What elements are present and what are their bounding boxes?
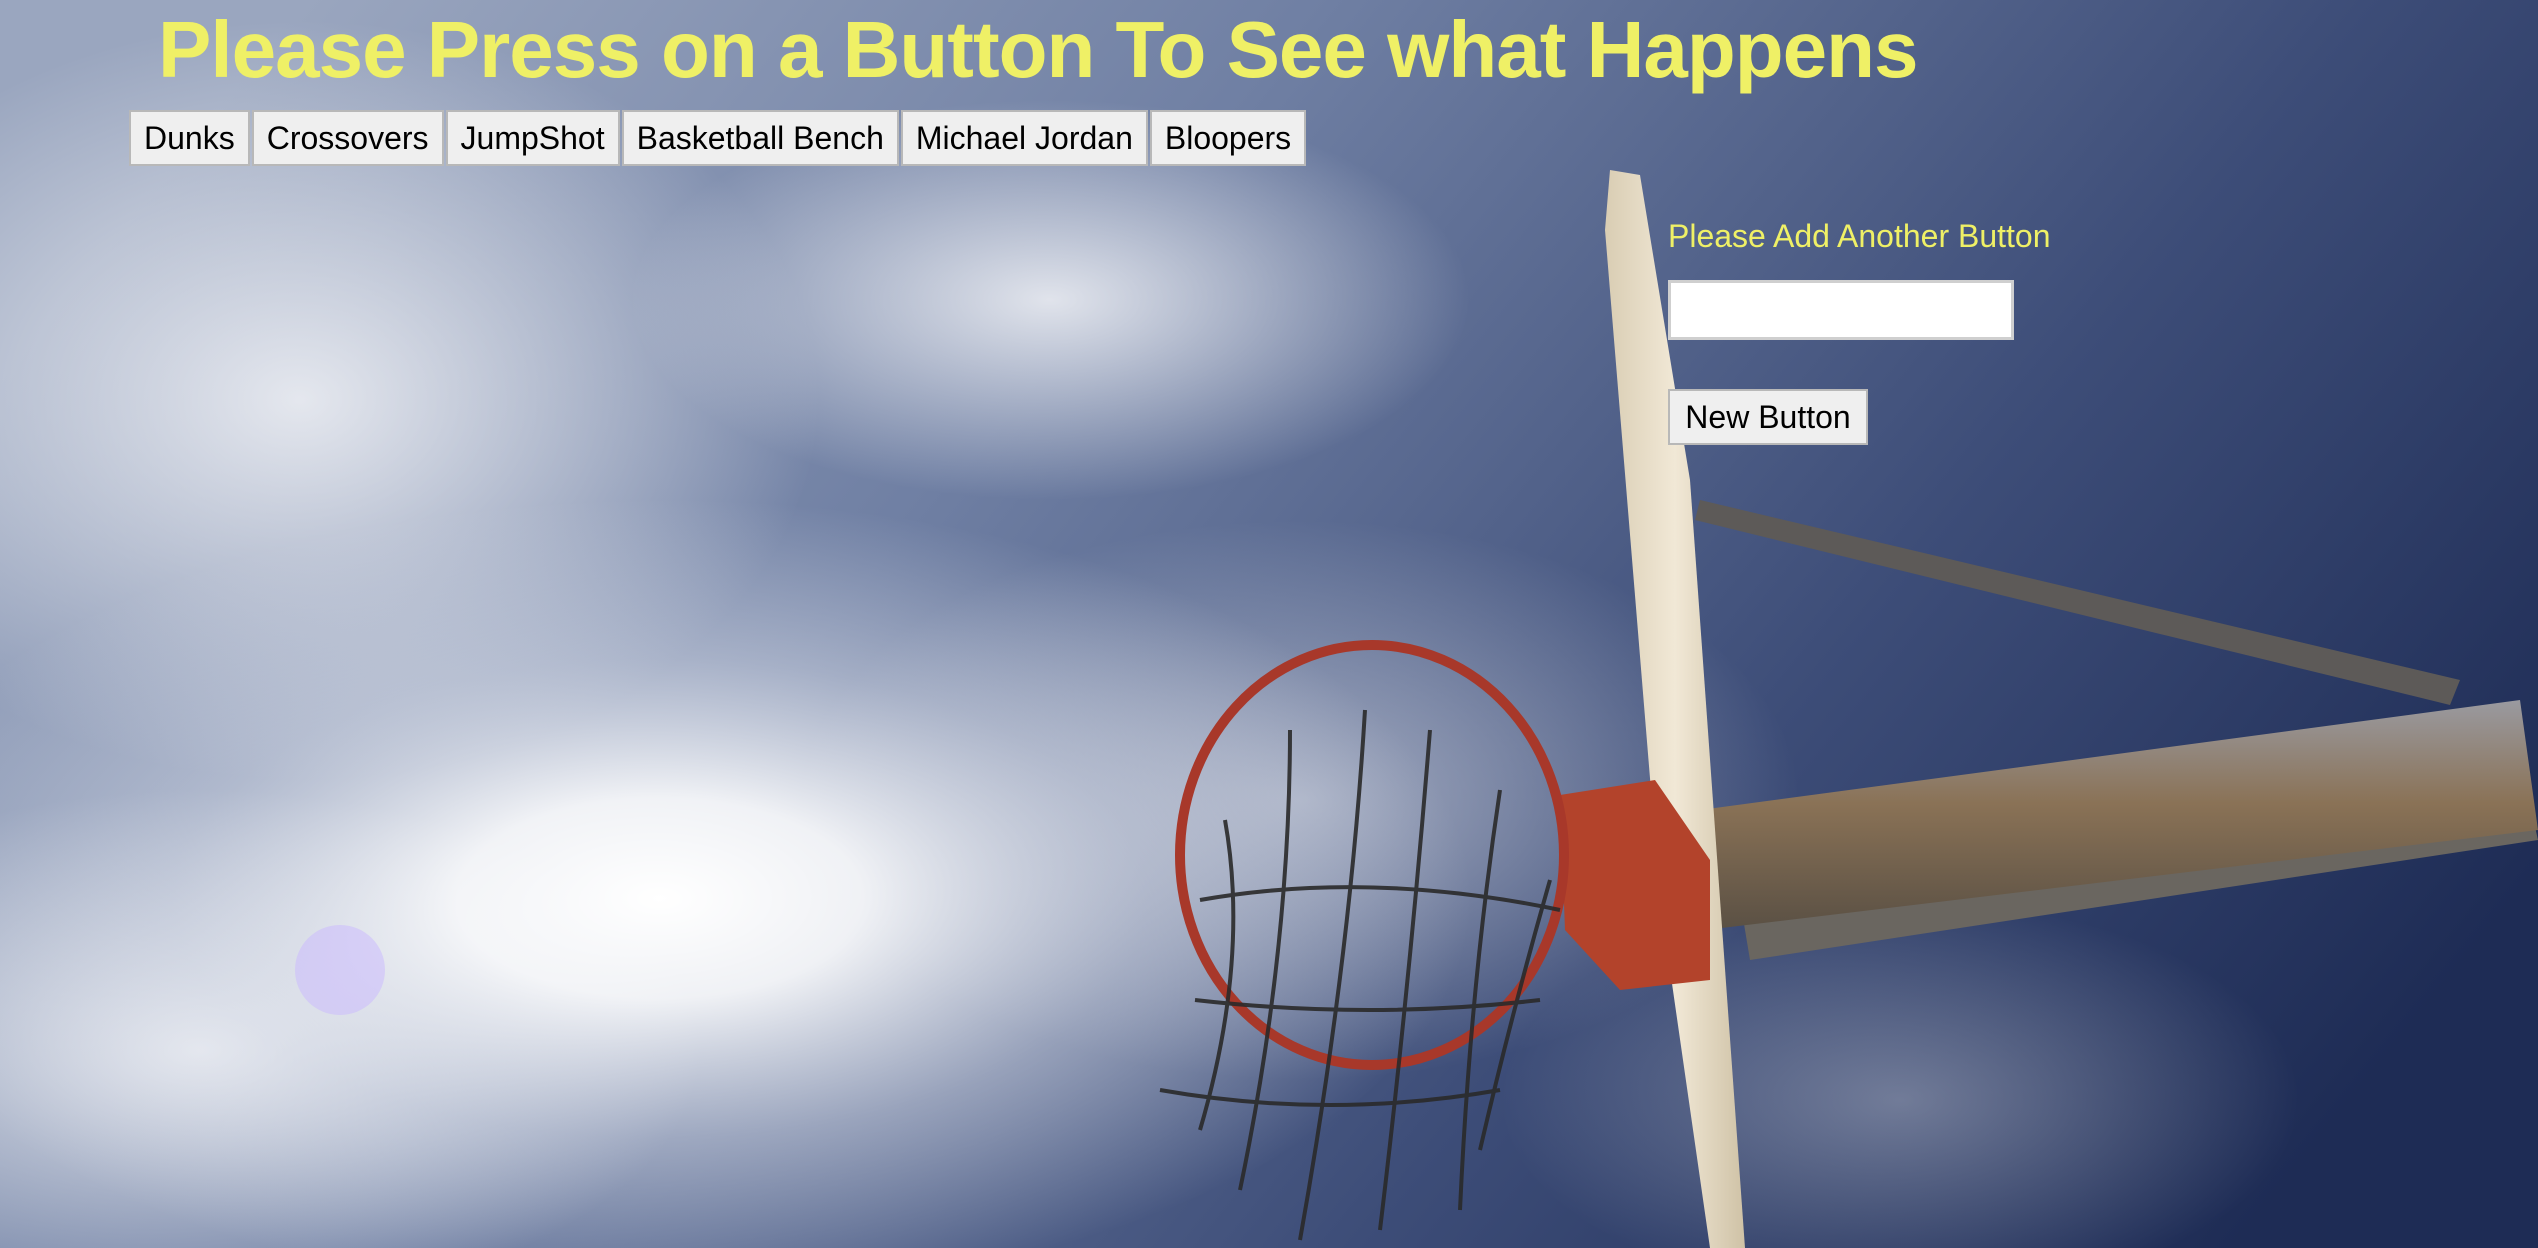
bloopers-button[interactable]: Bloopers (1149, 110, 1307, 166)
new-button-name-input[interactable] (1668, 280, 2014, 340)
topic-button-group: Dunks Crossovers JumpShot Basketball Ben… (129, 110, 1308, 166)
add-button-form: Please Add Another Button New Button (1668, 218, 2051, 445)
new-button-submit[interactable]: New Button (1668, 389, 1868, 445)
michael-jordan-button[interactable]: Michael Jordan (900, 110, 1148, 166)
add-button-label: Please Add Another Button (1668, 218, 2051, 254)
basketball-bench-button[interactable]: Basketball Bench (621, 110, 899, 166)
basketball-hoop-background-image (0, 0, 2538, 1248)
dunks-button[interactable]: Dunks (129, 110, 250, 166)
page-title: Please Press on a Button To See what Hap… (158, 5, 1918, 94)
jumpshot-button[interactable]: JumpShot (445, 110, 620, 166)
crossovers-button[interactable]: Crossovers (251, 110, 444, 166)
